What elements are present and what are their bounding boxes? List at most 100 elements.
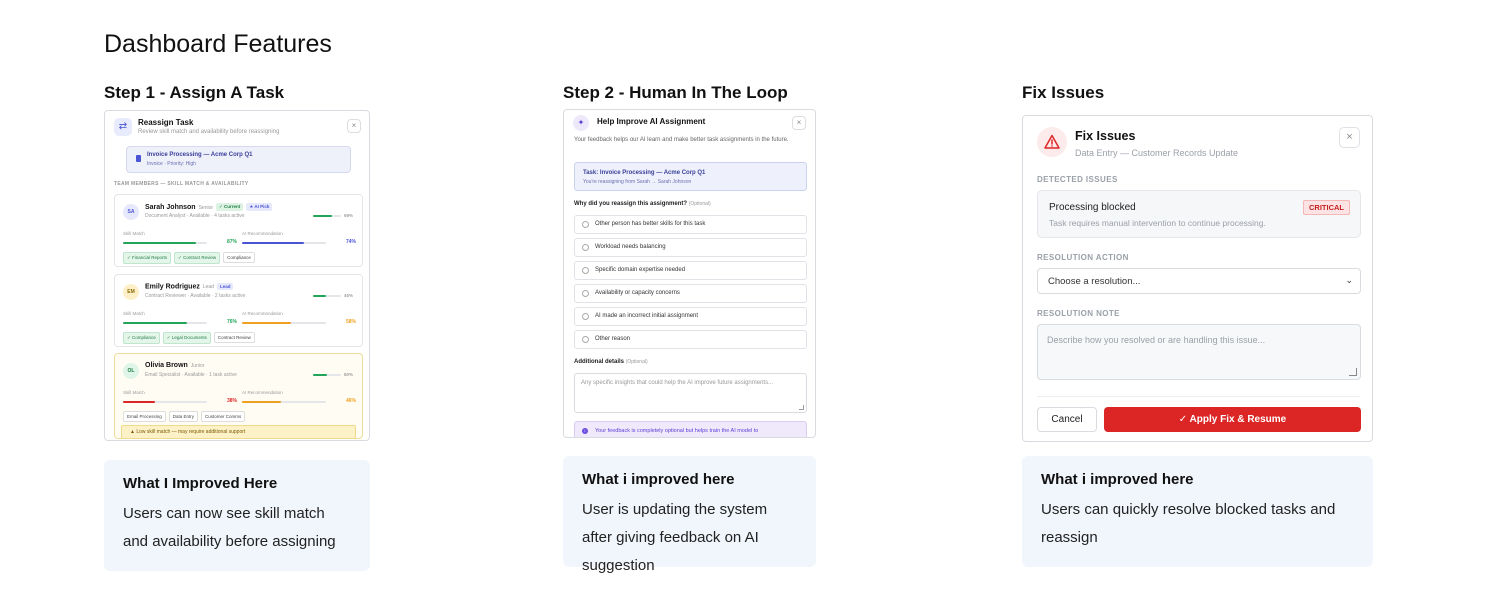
resolution-select[interactable]: Choose a resolution... ⌄ — [1037, 268, 1361, 294]
skill-match-percent: 76% — [227, 319, 238, 325]
skill-tag: Compliance — [223, 252, 255, 263]
task-title: Invoice Processing — Acme Corp Q1 — [147, 152, 253, 158]
member-role: Document Analyst · Available · 4 tasks a… — [145, 213, 245, 219]
close-icon[interactable]: × — [1339, 127, 1360, 148]
skill-tag: ✓ Contract Review — [174, 252, 221, 264]
radio-icon[interactable] — [582, 290, 589, 297]
step-2-note-heading: What i improved here — [582, 471, 735, 488]
radio-icon[interactable] — [582, 336, 589, 343]
reason-option[interactable]: Availability or capacity concerns — [574, 284, 807, 303]
reason-option-label: Availability or capacity concerns — [595, 290, 680, 296]
skill-match-label: Skill Match — [123, 311, 145, 316]
reason-option-label: Specific domain expertise needed — [595, 267, 686, 273]
resolution-note-label: RESOLUTION NOTE — [1037, 309, 1120, 318]
reason-option-label: Other reason — [595, 336, 631, 342]
skill-tag: Data Entry — [168, 411, 199, 422]
reason-option[interactable]: Other reason — [574, 330, 807, 349]
feedback-task-title: Task: Invoice Processing — Acme Corp Q1 — [583, 170, 706, 176]
skill-match-fill — [123, 322, 187, 324]
step-1-note-text: Users can now see skill match and availa… — [123, 505, 336, 550]
skill-tag: ✓ Compliance — [123, 332, 160, 344]
skill-match-bar — [123, 401, 207, 403]
availability-bar — [313, 295, 341, 297]
info-icon: i — [582, 428, 588, 434]
member-level: Senior — [198, 204, 214, 211]
warning-icon — [1037, 127, 1067, 157]
reason-option[interactable]: Other person has better skills for this … — [574, 215, 807, 234]
radio-icon[interactable] — [582, 244, 589, 251]
step-1-note: What I Improved Here Users can now see s… — [104, 460, 370, 571]
member-level: Junior — [190, 363, 205, 369]
skill-tag: Contract Review — [213, 332, 255, 343]
fix-title: Fix Issues — [1075, 129, 1136, 143]
member-card[interactable]: SA Sarah Johnson Senior ✓ Current ★ AI Pick… — [114, 194, 363, 267]
close-icon[interactable]: × — [792, 116, 806, 130]
radio-icon[interactable] — [582, 221, 589, 228]
sparkle-icon: ✦ — [573, 115, 589, 131]
low-skill-warning: ▲ Low skill match — may require addition… — [121, 425, 356, 439]
skill-tags: ✓ Financial Reports ✓ Contract Review Comp… — [123, 252, 258, 264]
radio-icon[interactable] — [582, 267, 589, 274]
step-3-title: Fix Issues — [1022, 83, 1105, 102]
cancel-button[interactable]: Cancel — [1037, 407, 1097, 432]
fix-subtitle: Data Entry — Customer Records Update — [1075, 148, 1239, 158]
ai-recommendation-label: AI Recommendation — [242, 311, 283, 316]
feedback-info-text: Your feedback is completely optional but… — [595, 428, 759, 434]
member-card[interactable]: EM Emily Rodriguez Lead Lead Contract Revi… — [114, 274, 363, 347]
availability-meter: 69% — [313, 213, 353, 219]
skill-match-bar — [123, 242, 207, 244]
reason-option[interactable]: AI made an incorrect initial assignment — [574, 307, 807, 326]
resize-handle-icon[interactable] — [799, 405, 804, 410]
reason-option-label: AI made an incorrect initial assignment — [595, 313, 699, 319]
availability-percent: 50% — [343, 372, 353, 377]
ai-recommendation-bar — [242, 401, 326, 403]
availability-percent: 45% — [343, 293, 353, 298]
document-icon — [136, 155, 141, 162]
ai-recommendation-bar — [242, 322, 326, 324]
reassign-title: Reassign Task — [138, 118, 194, 127]
resize-handle-icon[interactable] — [1349, 368, 1357, 376]
member-role: Email Specialist · Available · 1 task ac… — [145, 372, 237, 378]
reason-option[interactable]: Specific domain expertise needed — [574, 261, 807, 280]
reason-option-label: Workload needs balancing — [595, 244, 666, 250]
availability-meter: 50% — [313, 372, 353, 378]
ai-recommendation-fill — [242, 322, 291, 324]
radio-icon[interactable] — [582, 313, 589, 320]
reason-option-label: Other person has better skills for this … — [595, 221, 706, 227]
footer-divider — [1037, 396, 1360, 397]
avatar: EM — [123, 284, 139, 300]
step-3-note: What i improved here Users can quickly r… — [1022, 456, 1373, 567]
task-summary: Invoice Processing — Acme Corp Q1 Invoic… — [126, 146, 351, 173]
additional-details-text: Additional details — [574, 359, 625, 365]
member-role: Contract Reviewer · Available · 2 tasks … — [145, 293, 246, 299]
skill-match-bar — [123, 322, 207, 324]
reassign-header: ⇄ Reassign Task Review skill match and a… — [114, 117, 361, 143]
skill-match-fill — [123, 401, 155, 403]
availability-bar — [313, 374, 341, 376]
member-name: Olivia Brown — [145, 362, 188, 369]
issue-title: Processing blocked — [1049, 202, 1136, 213]
reason-option[interactable]: Workload needs balancing — [574, 238, 807, 257]
skill-match-percent: 87% — [227, 239, 238, 245]
member-name-row: Olivia Brown Junior — [145, 362, 204, 369]
availability-fill — [313, 295, 326, 297]
member-name: Emily Rodriguez — [145, 283, 200, 291]
ai-recommendation-fill — [242, 242, 305, 244]
step-2-note-text: User is updating the system after giving… — [582, 501, 768, 574]
close-icon[interactable]: × — [347, 119, 361, 133]
reason-question-text: Why did you reassign this assignment? — [574, 201, 688, 207]
ai-recommendation-label: AI Recommendation — [242, 231, 283, 236]
member-level: Lead — [202, 284, 214, 291]
resolution-note-textarea[interactable]: Describe how you resolved or are handlin… — [1037, 324, 1361, 380]
skill-tag: Email Processing — [123, 411, 166, 422]
additional-details-textarea[interactable]: Any specific insights that could help th… — [574, 373, 807, 413]
skill-match-fill — [123, 242, 197, 244]
resolution-select-value: Choose a resolution... — [1048, 276, 1141, 287]
feedback-task-summary: Task: Invoice Processing — Acme Corp Q1 … — [574, 162, 807, 191]
availability-fill — [313, 215, 333, 217]
feedback-info-banner: i Your feedback is completely optional b… — [574, 421, 807, 437]
critical-badge: CRITICAL — [1303, 200, 1350, 215]
apply-fix-button[interactable]: ✓ Apply Fix & Resume — [1104, 407, 1361, 432]
resolution-action-label: RESOLUTION ACTION — [1037, 253, 1129, 262]
additional-details-placeholder: Any specific insights that could help th… — [581, 380, 774, 386]
